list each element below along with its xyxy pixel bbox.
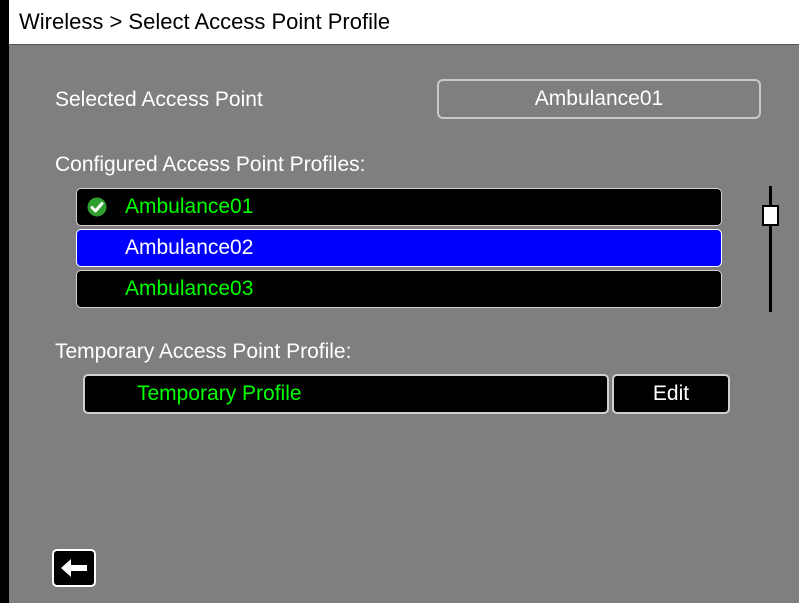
profile-list: Ambulance01 Ambulance02 Ambulance03	[76, 188, 722, 311]
title-bar: Wireless > Select Access Point Profile	[9, 0, 799, 45]
selected-access-point-label: Selected Access Point	[55, 88, 263, 111]
back-arrow-icon	[61, 559, 87, 577]
profile-item-ambulance01[interactable]: Ambulance01	[76, 188, 722, 226]
temporary-profile-heading: Temporary Access Point Profile:	[55, 340, 352, 363]
scrollbar-thumb[interactable]	[762, 205, 779, 226]
back-button[interactable]	[52, 549, 96, 587]
profile-item-label: Ambulance02	[125, 236, 254, 259]
temporary-profile-label: Temporary Profile	[137, 382, 302, 405]
check-icon	[87, 197, 107, 217]
profile-item-ambulance03[interactable]: Ambulance03	[76, 270, 722, 308]
configured-profiles-heading: Configured Access Point Profiles:	[55, 153, 366, 176]
temporary-profile-field[interactable]: Temporary Profile	[83, 374, 609, 414]
edit-button[interactable]: Edit	[612, 374, 730, 414]
page-title: Wireless > Select Access Point Profile	[19, 9, 391, 34]
screen: Wireless > Select Access Point Profile S…	[9, 0, 799, 603]
profile-item-ambulance02[interactable]: Ambulance02	[76, 229, 722, 267]
profile-item-label: Ambulance03	[125, 277, 254, 300]
selected-access-point-value[interactable]: Ambulance01	[437, 79, 761, 119]
profile-item-label: Ambulance01	[125, 195, 254, 218]
